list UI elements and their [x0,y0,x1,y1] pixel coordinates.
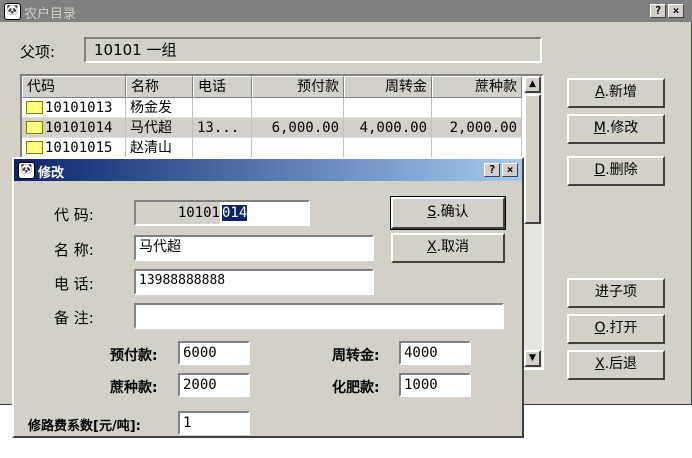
table-cell-prepay [252,138,344,158]
table-cell-seed: 2,000.00 [432,118,522,138]
cancel-button[interactable]: X.取消 [391,233,505,263]
table-cell-name: 杨金发 [126,98,193,118]
prepay-input[interactable]: 6000 [178,341,250,365]
scroll-thumb[interactable] [524,94,541,224]
list-scrollbar[interactable]: ▲ ▼ [524,76,542,368]
column-header-prepay[interactable]: 预付款 [252,76,344,98]
code-label: 代 码: [54,206,94,224]
modify-dialog: 🐼 修改 ? × 代 码: 10101 014 名 称: 马代超 电 话: 139… [12,157,524,438]
table-row[interactable]: 10101015 赵清山 [22,138,522,158]
seed-input[interactable]: 2000 [178,373,250,397]
note-input[interactable] [134,303,504,329]
folder-icon [26,120,43,134]
app-icon: 🐼 [4,3,21,20]
table-cell-code: 10101014 [22,118,126,138]
turnover-label: 周转金: [332,348,380,364]
delete-button[interactable]: D.删除 [567,156,665,186]
code-field[interactable]: 10101 014 [134,200,310,226]
parent-field: 10101 一组 [84,37,542,63]
name-input[interactable]: 马代超 [134,235,374,261]
table-cell-code: 10101015 [22,138,126,158]
table-cell-seed [432,98,522,118]
phone-input[interactable]: 13988888888 [134,269,374,295]
help-button[interactable]: ? [650,4,666,18]
dialog-app-icon: 🐼 [18,162,35,179]
table-cell-code: 10101013 [22,98,126,118]
table-cell-turnover [344,138,432,158]
table-cell-phone [193,98,252,118]
dialog-title: 修改 [38,166,65,181]
fertilizer-input[interactable]: 1000 [399,373,471,397]
phone-label: 电 话: [54,275,94,293]
table-cell-seed [432,138,522,158]
column-header-name[interactable]: 名称 [126,76,193,98]
folder-icon [26,100,43,114]
table-cell-name: 赵清山 [126,138,193,158]
confirm-button[interactable]: S.确认 [390,196,506,230]
turnover-input[interactable]: 4000 [399,341,471,365]
fertilizer-label: 化肥款: [332,380,380,396]
code-value: 014 [222,205,248,221]
dialog-close-button[interactable]: × [502,163,518,177]
seed-label: 蔗种款: [110,380,158,396]
road-fee-label: 修路费系数[元/吨]: [28,419,141,434]
column-header-seed[interactable]: 蔗种款 [432,76,522,98]
table-cell-turnover: 4,000.00 [344,118,432,138]
code-prefix: 10101 [177,205,220,221]
name-label: 名 称: [54,241,94,259]
close-button[interactable]: × [668,4,684,18]
modify-button[interactable]: M.修改 [567,114,665,144]
table-cell-name: 马代超 [126,118,193,138]
parent-label: 父项: [20,43,56,61]
column-header-code[interactable]: 代码 [22,76,126,98]
window-title: 农户目录 [24,7,77,22]
column-header-phone[interactable]: 电话 [193,76,252,98]
scroll-down-button[interactable]: ▼ [524,350,541,367]
table-cell-phone [193,138,252,158]
road-fee-input[interactable]: 1 [178,411,250,435]
table-cell-prepay [252,98,344,118]
note-label: 备 注: [54,309,94,327]
table-cell-turnover [344,98,432,118]
enter-child-button[interactable]: 进子项 [567,278,665,308]
scroll-up-button[interactable]: ▲ [524,76,541,93]
dialog-help-button[interactable]: ? [484,163,500,177]
table-cell-phone: 13... [193,118,252,138]
dialog-titlebar: 🐼 修改 ? × [14,159,522,181]
window-titlebar: 🐼 农户目录 ? × [0,0,692,22]
add-button[interactable]: A.新增 [567,78,665,108]
folder-icon [26,140,43,154]
back-button[interactable]: X.后退 [567,350,665,380]
table-row-selected[interactable]: 10101014 马代超 13... 6,000.00 4,000.00 2,0… [22,118,522,138]
prepay-label: 预付款: [110,348,158,364]
open-button[interactable]: O.打开 [567,314,665,344]
table-row[interactable]: 10101013 杨金发 [22,98,522,118]
column-header-turnover[interactable]: 周转金 [344,76,432,98]
table-cell-prepay: 6,000.00 [252,118,344,138]
